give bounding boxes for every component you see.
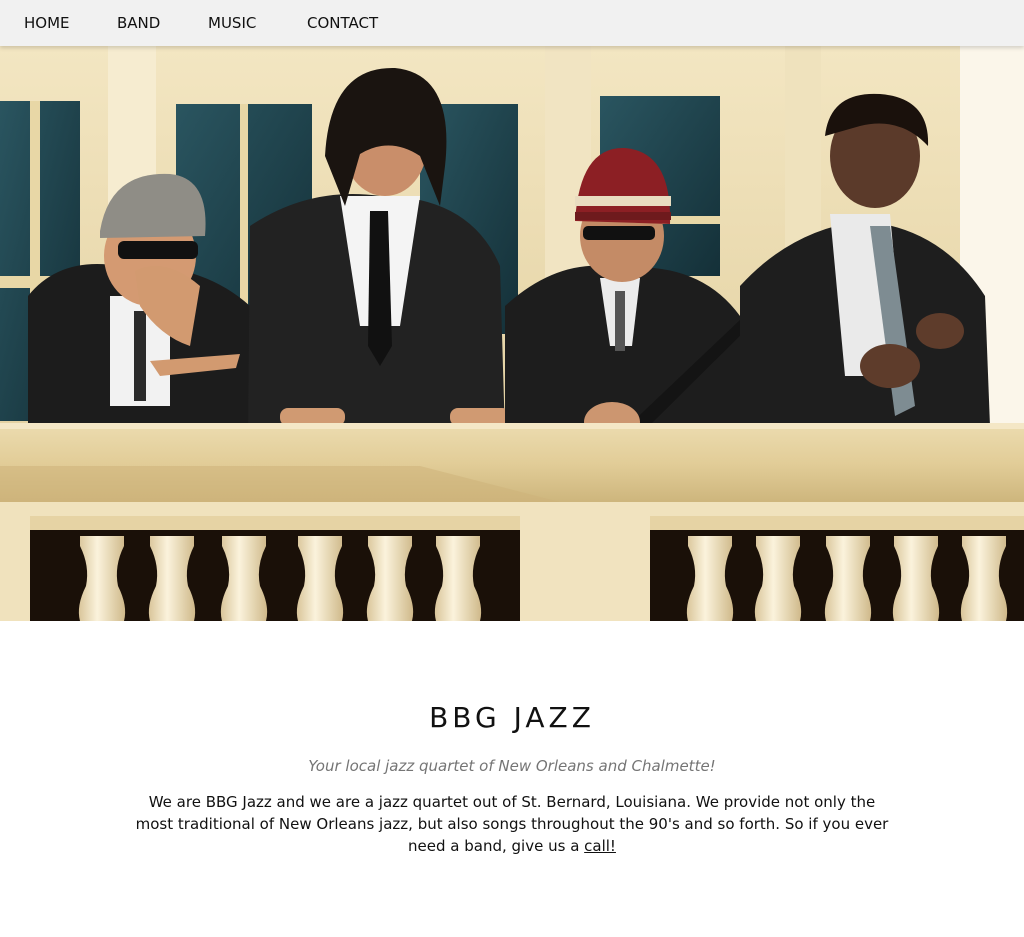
tagline: Your local jazz quartet of New Orleans a… [308,757,716,775]
band-photo-image [0,46,1024,621]
call-link[interactable]: call! [584,837,616,855]
nav-band-link[interactable]: BAND [117,0,160,46]
nav-contact-link[interactable]: CONTACT [307,0,378,46]
page-title: BBG JAZZ [429,701,595,734]
top-navbar: HOME BAND MUSIC CONTACT [0,0,1024,46]
hero-band-photo [0,46,1024,621]
intro-section: BBG JAZZ Your local jazz quartet of New … [0,621,1024,937]
nav-music-link[interactable]: MUSIC [208,0,256,46]
description-text: We are BBG Jazz and we are a jazz quarte… [135,793,889,855]
nav-home-link[interactable]: HOME [24,0,70,46]
band-description: We are BBG Jazz and we are a jazz quarte… [128,791,896,857]
